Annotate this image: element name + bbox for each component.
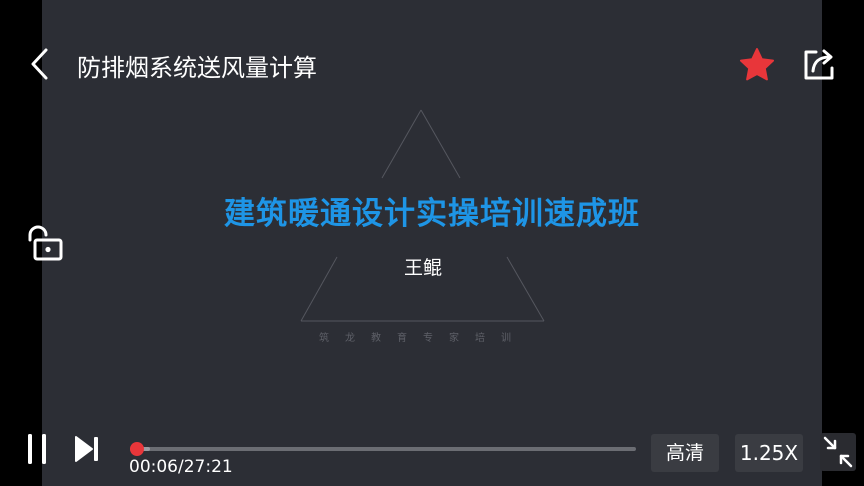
share-button[interactable] [800,46,838,82]
video-player-screen: 建筑暖通设计实操培训速成班 王鲲 筑龙教育专家培训 防排烟系统送风量计算 00:… [0,0,864,486]
current-time: 00:06 [129,457,178,477]
unlock-icon [28,225,63,261]
video-title: 防排烟系统送风量计算 [77,54,317,82]
skip-next-icon [75,436,98,462]
back-button[interactable] [24,46,58,82]
slide-title: 建筑暖通设计实操培训速成班 [224,196,640,232]
time-readout: 00:06/27:21 [129,457,233,477]
lock-button[interactable] [24,224,66,264]
chevron-left-icon [31,48,48,80]
favorite-button[interactable] [738,46,776,84]
duration: 27:21 [183,457,233,477]
exit-fullscreen-icon [823,436,853,468]
exit-fullscreen-button[interactable] [820,433,856,471]
progress-track[interactable] [130,447,636,451]
star-icon [740,48,774,81]
progress-thumb[interactable] [130,442,144,456]
pause-button[interactable] [24,432,54,466]
next-button[interactable] [72,434,104,464]
quality-button[interactable]: 高清 [651,434,719,472]
share-icon [804,49,834,80]
pause-icon [28,434,46,464]
progress-bar[interactable] [130,442,636,456]
speed-button[interactable]: 1.25X [735,434,803,472]
slide-author: 王鲲 [403,257,442,279]
slide-watermark: 筑龙教育专家培训 [319,333,527,344]
